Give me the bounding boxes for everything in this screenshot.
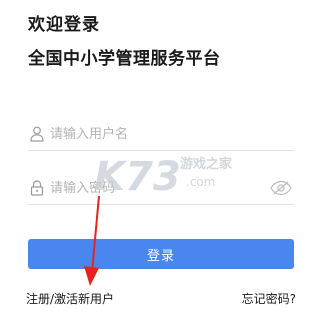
eye-icon[interactable]: [270, 180, 292, 196]
watermark-site-name: 游戏之家: [180, 156, 233, 172]
password-field: [28, 172, 294, 205]
password-input[interactable]: [50, 176, 270, 200]
welcome-title: 欢迎登录: [28, 15, 100, 35]
username-input[interactable]: [50, 122, 270, 146]
lock-icon: [30, 180, 44, 196]
username-field: [28, 118, 294, 151]
user-icon: [30, 126, 44, 142]
login-button[interactable]: 登录: [28, 239, 294, 269]
forgot-password-link[interactable]: 忘记密码?: [242, 290, 296, 307]
platform-name: 全国中小学管理服务平台: [28, 49, 221, 69]
register-link[interactable]: 注册/激活新用户: [26, 290, 114, 307]
